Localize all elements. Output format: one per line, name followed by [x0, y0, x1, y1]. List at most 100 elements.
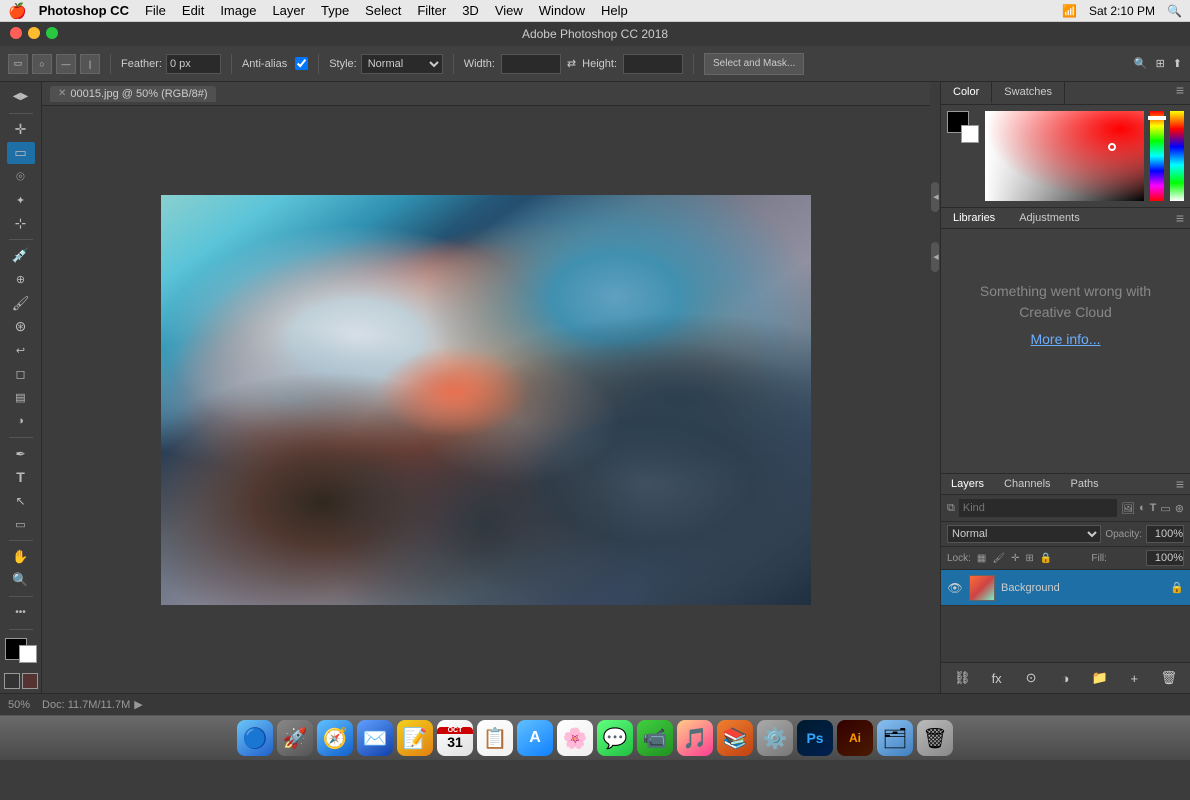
text-tool[interactable]: T [7, 466, 35, 488]
eraser-tool[interactable]: ◻ [7, 363, 35, 385]
app-name[interactable]: Photoshop CC [39, 3, 129, 18]
search-icon[interactable]: 🔍 [1134, 57, 1148, 70]
new-layer-icon[interactable]: + [1123, 667, 1145, 689]
side-icon-2[interactable]: ◀ [931, 242, 939, 272]
color-cursor[interactable] [1108, 143, 1116, 151]
shape-tool[interactable]: ▭ [7, 514, 35, 536]
dock-safari[interactable]: 🧭 [317, 720, 353, 756]
menu-image[interactable]: Image [220, 3, 256, 18]
arrange-icon[interactable]: ⊞ [1156, 57, 1165, 70]
layer-visibility-toggle[interactable]: 👁 [947, 580, 963, 596]
fg-bg-color-picker[interactable] [5, 638, 37, 663]
stamp-tool[interactable]: ⊛ [7, 316, 35, 338]
width-input[interactable] [501, 54, 561, 74]
menu-edit[interactable]: Edit [182, 3, 204, 18]
apple-menu[interactable]: 🍎 [8, 2, 27, 20]
opacity-input[interactable] [1146, 525, 1184, 543]
adjustment-layer-icon[interactable]: ◑ [1054, 667, 1076, 689]
maximize-button[interactable] [46, 27, 58, 39]
standard-mode[interactable] [4, 673, 20, 689]
delete-layer-icon[interactable]: 🗑 [1158, 667, 1180, 689]
tab-color[interactable]: Color [941, 82, 992, 104]
side-icon-1[interactable]: ◀ [931, 182, 939, 212]
tab-adjustments[interactable]: Adjustments [1007, 208, 1092, 228]
dock-reminders[interactable]: 📋 [477, 720, 513, 756]
dock-appstore[interactable]: A [517, 720, 553, 756]
eyedropper-tool[interactable]: 💉 [7, 245, 35, 267]
alpha-slider[interactable] [1170, 111, 1184, 201]
lock-image-icon[interactable]: 🖌 [992, 553, 1005, 564]
color-panel-menu[interactable]: ≡ [1170, 82, 1190, 104]
move-tool[interactable]: ✛ [7, 118, 35, 140]
lock-position-icon[interactable]: ✛ [1011, 553, 1019, 564]
dock-folder-1[interactable]: 🗂 [877, 720, 913, 756]
dodge-tool[interactable]: ◑ [7, 410, 35, 432]
layer-style-icon[interactable]: fx [986, 667, 1008, 689]
panel-collapse-icon[interactable]: ◀▶ [7, 86, 35, 108]
layer-row[interactable]: 👁 Background 🔒 [941, 570, 1190, 606]
lasso-tool[interactable]: ⌾ [7, 166, 35, 188]
search-icon[interactable]: 🔍 [1167, 4, 1182, 18]
lock-artboard-icon[interactable]: ⊞ [1025, 553, 1033, 564]
select-mask-button[interactable]: Select and Mask... [704, 53, 804, 75]
tab-swatches[interactable]: Swatches [992, 82, 1065, 104]
tab-paths[interactable]: Paths [1061, 474, 1109, 494]
dock-music[interactable]: 🎵 [677, 720, 713, 756]
dock-messages[interactable]: 💬 [597, 720, 633, 756]
menu-window[interactable]: Window [539, 3, 585, 18]
dock-finder[interactable]: 🔵 [237, 720, 273, 756]
menu-layer[interactable]: Layer [272, 3, 305, 18]
swap-icon[interactable]: ⇄ [567, 57, 576, 70]
menu-help[interactable]: Help [601, 3, 628, 18]
lock-all-icon[interactable]: 🔒 [1040, 553, 1052, 564]
kind-shape-icon[interactable]: ▭ [1160, 502, 1170, 515]
quick-mask-mode[interactable] [22, 673, 38, 689]
libraries-more-info-link[interactable]: More info... [1030, 331, 1100, 347]
hue-slider[interactable] [1150, 111, 1164, 201]
status-arrow[interactable]: ▶ [134, 698, 142, 711]
history-brush-tool[interactable]: ↩ [7, 340, 35, 362]
heal-tool[interactable]: ⊕ [7, 269, 35, 291]
color-gradient-picker[interactable] [985, 111, 1144, 201]
hand-tool[interactable]: ✋ [7, 546, 35, 568]
fill-input[interactable] [1146, 550, 1184, 566]
kind-adjust-icon[interactable]: ◐ [1139, 502, 1146, 515]
height-input[interactable] [623, 54, 683, 74]
layers-panel-menu[interactable]: ≡ [1170, 476, 1190, 492]
kind-pixel-icon[interactable]: 🖼 [1121, 502, 1135, 515]
document-tab-item[interactable]: ✕ 00015.jpg @ 50% (RGB/8#) [50, 86, 216, 102]
kind-text-icon[interactable]: T [1150, 502, 1157, 515]
gradient-tool[interactable]: ▤ [7, 387, 35, 409]
brush-tool[interactable]: 🖌 [7, 292, 35, 314]
single-row-icon[interactable]: — [56, 54, 76, 74]
crop-tool[interactable]: ⊹ [7, 213, 35, 235]
extra-tools[interactable]: ••• [7, 602, 35, 624]
dock-notes[interactable]: 📝 [397, 720, 433, 756]
feather-input[interactable] [166, 54, 221, 74]
blend-mode-select[interactable]: Normal Multiply Screen Overlay [947, 525, 1101, 543]
quick-select-tool[interactable]: ✦ [7, 189, 35, 211]
layers-kind-search[interactable] [959, 499, 1117, 517]
background-swatch[interactable] [961, 125, 979, 143]
layer-mask-icon[interactable]: ⊙ [1020, 667, 1042, 689]
dock-launchpad[interactable]: 🚀 [277, 720, 313, 756]
tab-layers[interactable]: Layers [941, 474, 994, 494]
dock-mail[interactable]: ✉️ [357, 720, 393, 756]
kind-smart-icon[interactable]: ⊛ [1175, 502, 1184, 515]
dock-photos[interactable]: 🌸 [557, 720, 593, 756]
path-select-tool[interactable]: ↖ [7, 490, 35, 512]
menu-select[interactable]: Select [365, 3, 401, 18]
dock-facetime[interactable]: 📹 [637, 720, 673, 756]
menu-type[interactable]: Type [321, 3, 349, 18]
dock-system-prefs[interactable]: ⚙️ [757, 720, 793, 756]
dock-trash[interactable]: 🗑 [917, 720, 953, 756]
minimize-button[interactable] [28, 27, 40, 39]
dock-illustrator[interactable]: Ai [837, 720, 873, 756]
link-layers-icon[interactable]: ⛓ [951, 667, 973, 689]
tab-channels[interactable]: Channels [994, 474, 1060, 494]
lock-transparent-icon[interactable]: ▦ [977, 553, 986, 564]
anti-alias-checkbox[interactable] [295, 57, 308, 70]
background-color[interactable] [19, 645, 37, 663]
menu-filter[interactable]: Filter [417, 3, 446, 18]
pen-tool[interactable]: ✒ [7, 443, 35, 465]
